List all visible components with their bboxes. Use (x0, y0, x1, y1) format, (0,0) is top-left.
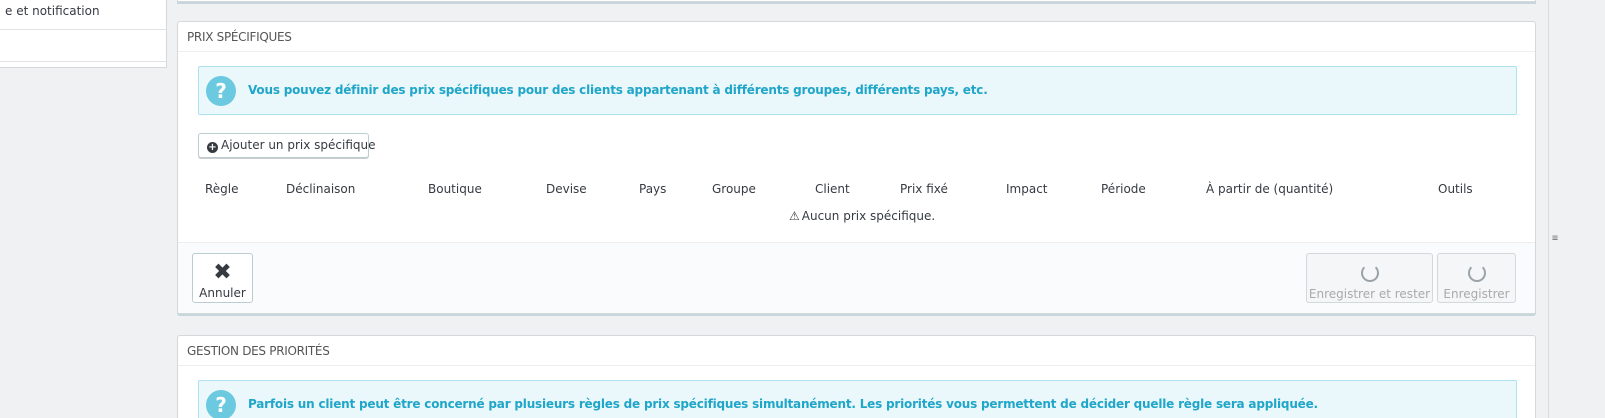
empty-message: ⚠ Aucun prix spécifique. (789, 209, 935, 223)
add-specific-price-button[interactable]: + Ajouter un prix spécifique (198, 133, 376, 158)
info-text: Parfois un client peut être concerné par… (248, 397, 1318, 411)
column-header-combination: Déclinaison (286, 182, 356, 196)
panel-title: PRIX SPÉCIFIQUES (178, 22, 1535, 52)
priorities-panel: GESTION DES PRIORITÉS ? Parfois un clien… (177, 335, 1536, 418)
cancel-button[interactable]: ✖ Annuler (192, 253, 253, 303)
empty-text: Aucun prix spécifique. (801, 209, 936, 223)
add-button-label: Ajouter un prix spécifique (221, 138, 376, 152)
close-icon: ✖ (213, 260, 232, 285)
panel-footer: ✖ Annuler Enregistrer et rester Enregist… (178, 242, 1535, 313)
specific-prices-panel: PRIX SPÉCIFIQUES ? Vous pouvez définir d… (177, 21, 1536, 314)
plus-circle-icon: + (207, 142, 218, 153)
spinner-icon (1467, 264, 1486, 282)
question-icon: ? (206, 76, 236, 106)
save-label: Enregistrer (1443, 287, 1510, 301)
column-header-customer: Client (815, 182, 850, 196)
question-icon: ? (206, 390, 236, 418)
info-alert: ? Parfois un client peut être concerné p… (198, 380, 1517, 418)
info-alert: ? Vous pouvez définir des prix spécifiqu… (198, 66, 1517, 115)
spinner-icon (1360, 264, 1379, 282)
column-header-period: Période (1101, 182, 1146, 196)
column-header-country: Pays (639, 182, 667, 196)
cancel-label: Annuler (199, 286, 246, 300)
warning-icon: ⚠ (789, 209, 800, 223)
save-and-stay-button[interactable]: Enregistrer et rester (1306, 253, 1433, 303)
previous-panel-edge (177, 0, 1536, 2)
scroll-gutter[interactable]: ≡ (1548, 0, 1605, 418)
column-header-group: Groupe (712, 182, 756, 196)
sidebar-item-empty[interactable] (0, 30, 166, 62)
sidebar-item-notification[interactable]: e et notification (0, 0, 166, 30)
sidebar-item-label: e et notification (5, 4, 100, 18)
column-header-tools: Outils (1438, 182, 1473, 196)
info-text: Vous pouvez définir des prix spécifiques… (248, 83, 988, 97)
save-button[interactable]: Enregistrer (1437, 253, 1516, 303)
column-header-rule: Règle (205, 182, 239, 196)
save-and-stay-label: Enregistrer et rester (1308, 287, 1431, 301)
column-header-currency: Devise (546, 182, 587, 196)
sidebar: e et notification (0, 0, 167, 68)
column-header-impact: Impact (1006, 182, 1048, 196)
column-header-shop: Boutique (428, 182, 482, 196)
resize-grip-icon[interactable]: ≡ (1552, 233, 1558, 244)
panel-title: GESTION DES PRIORITÉS (178, 336, 1535, 366)
column-header-from-quantity: À partir de (quantité) (1206, 182, 1334, 196)
column-header-fixed-price: Prix fixé (900, 182, 948, 196)
